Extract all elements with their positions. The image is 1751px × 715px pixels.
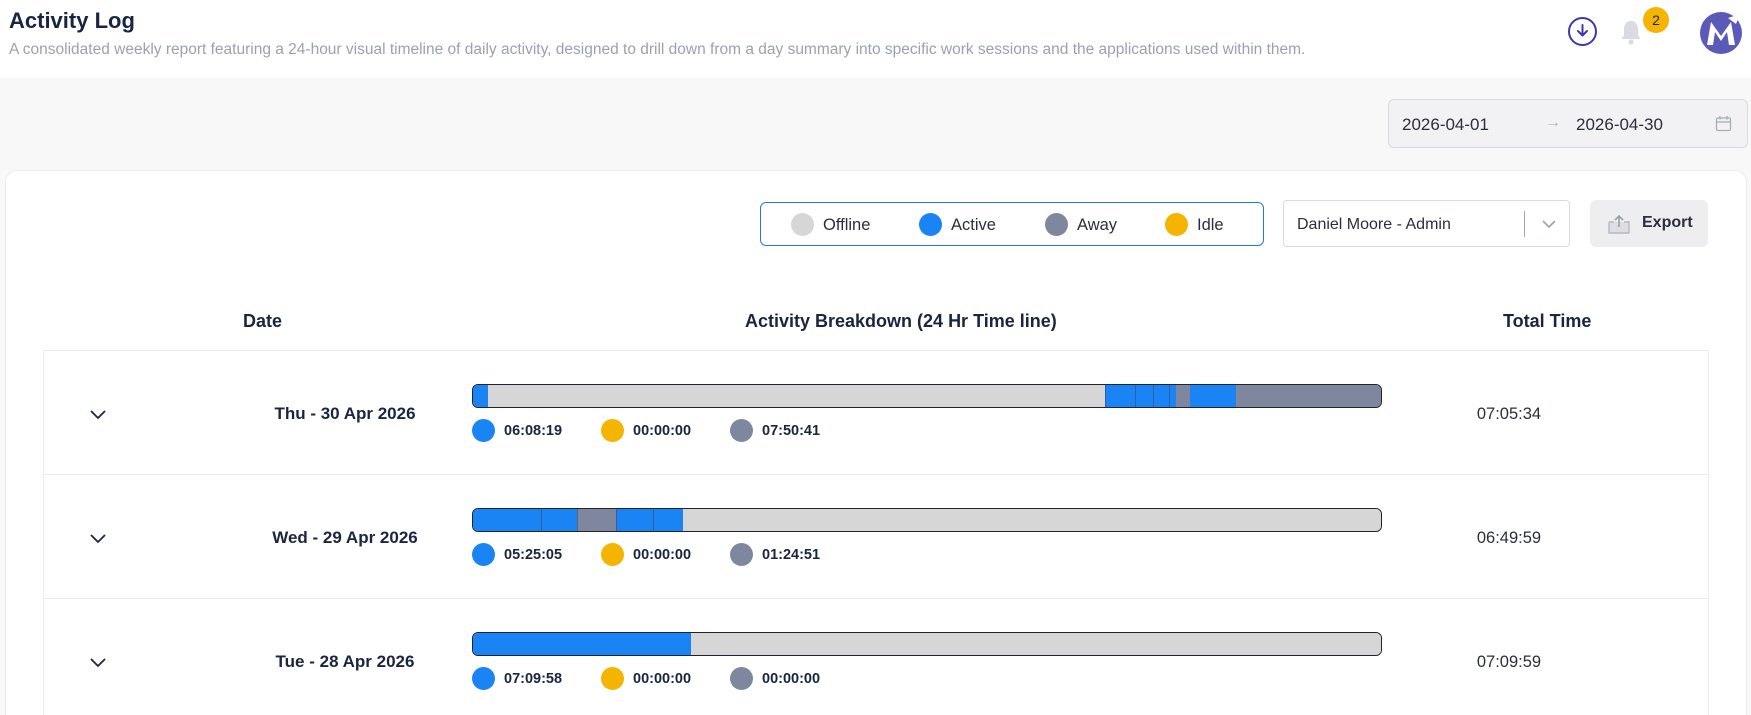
download-icon bbox=[1577, 24, 1588, 37]
stat-away-value: 01:24:51 bbox=[762, 547, 821, 563]
timeline-segment-active[interactable] bbox=[615, 509, 683, 531]
stat-dot-away bbox=[730, 667, 753, 690]
row-total-time: 07:05:34 bbox=[1476, 405, 1542, 423]
legend-dot-offline bbox=[791, 213, 814, 236]
stat-dot-idle bbox=[601, 667, 624, 690]
activity-table: Thu - 30 Apr 2026 06:08:19 00:00:00 07:5… bbox=[43, 350, 1709, 715]
stat-away-value: 07:50:41 bbox=[762, 423, 821, 439]
legend-label: Active bbox=[951, 216, 996, 234]
notifications-button[interactable] bbox=[1618, 18, 1644, 46]
stat-dot-active bbox=[472, 419, 495, 442]
timeline-session-divider bbox=[541, 509, 543, 531]
timeline-segment-away[interactable] bbox=[1235, 385, 1381, 407]
upload-icon bbox=[1608, 214, 1630, 234]
timeline-session-divider bbox=[1104, 385, 1106, 407]
date-range-picker[interactable]: 2026-04-01 → 2026-04-30 bbox=[1388, 99, 1748, 148]
stat-idle-value: 00:00:00 bbox=[633, 423, 692, 439]
timeline-segment-offline[interactable] bbox=[487, 385, 1105, 407]
select-divider bbox=[1524, 211, 1525, 237]
timeline-session-divider bbox=[1134, 385, 1136, 407]
legend-label: Offline bbox=[823, 216, 871, 234]
page-subtitle: A consolidated weekly report featuring a… bbox=[9, 41, 1306, 58]
stat-active-value: 07:09:58 bbox=[504, 671, 563, 687]
activity-timeline-bar[interactable] bbox=[472, 384, 1382, 408]
timeline-session-divider bbox=[1153, 385, 1155, 407]
timeline-segment-away[interactable] bbox=[577, 509, 616, 531]
activity-timeline-bar[interactable] bbox=[472, 508, 1382, 532]
export-label: Export bbox=[1642, 214, 1693, 231]
expand-chevron-icon[interactable] bbox=[87, 651, 109, 673]
row-date: Tue - 28 Apr 2026 bbox=[275, 652, 415, 671]
row-stats: 07:09:58 00:00:00 00:00:00 bbox=[472, 667, 1072, 693]
expand-chevron-icon[interactable] bbox=[87, 527, 109, 549]
legend-label: Away bbox=[1077, 216, 1118, 234]
timeline-segment-active[interactable] bbox=[1104, 385, 1176, 407]
expand-chevron-icon[interactable] bbox=[87, 403, 109, 425]
stat-idle-value: 00:00:00 bbox=[633, 671, 692, 687]
date-range-end[interactable]: 2026-04-30 bbox=[1576, 115, 1663, 135]
legend-dot-idle bbox=[1165, 213, 1188, 236]
timeline-session-divider bbox=[577, 509, 579, 531]
notification-count-badge: 2 bbox=[1643, 7, 1669, 33]
row-total-time: 06:49:59 bbox=[1476, 529, 1542, 547]
download-button[interactable] bbox=[1568, 17, 1597, 46]
table-row[interactable]: Thu - 30 Apr 2026 06:08:19 00:00:00 07:5… bbox=[44, 351, 1708, 475]
timeline-segment-offline[interactable] bbox=[690, 633, 1381, 655]
timeline-segment-active[interactable] bbox=[1190, 385, 1236, 407]
calendar-icon bbox=[1715, 116, 1732, 132]
date-range-start[interactable]: 2026-04-01 bbox=[1402, 115, 1489, 135]
column-header-breakdown: Activity Breakdown (24 Hr Time line) bbox=[745, 311, 1057, 331]
row-stats: 06:08:19 00:00:00 07:50:41 bbox=[472, 419, 1072, 445]
column-header-total: Total Time bbox=[1503, 311, 1592, 331]
stat-dot-idle bbox=[601, 419, 624, 442]
logo-avatar-icon bbox=[1700, 12, 1742, 54]
timeline-segment-away[interactable] bbox=[1175, 385, 1191, 407]
stat-dot-away bbox=[730, 543, 753, 566]
timeline-segment-offline[interactable] bbox=[682, 509, 1381, 531]
activity-log-page: Activity Log A consolidated weekly repor… bbox=[0, 0, 1751, 715]
stat-dot-active bbox=[472, 667, 495, 690]
export-button[interactable]: Export bbox=[1590, 200, 1708, 247]
page-title: Activity Log bbox=[9, 8, 135, 33]
column-header-date: Date bbox=[243, 311, 283, 331]
row-stats: 05:25:05 00:00:00 01:24:51 bbox=[472, 543, 1072, 569]
timeline-segment-active[interactable] bbox=[473, 509, 578, 531]
legend-dot-away bbox=[1045, 213, 1068, 236]
stat-dot-active bbox=[472, 543, 495, 566]
user-select-value: Daniel Moore - Admin bbox=[1297, 216, 1451, 233]
date-range-arrow-icon: → bbox=[1545, 114, 1561, 131]
status-legend: Offline Active Away Idle bbox=[760, 202, 1264, 246]
chevron-down-icon bbox=[1542, 220, 1556, 229]
user-select[interactable]: Daniel Moore - Admin bbox=[1283, 200, 1570, 247]
app-header: Activity Log A consolidated weekly repor… bbox=[0, 0, 1751, 78]
row-total-time: 07:09:59 bbox=[1476, 653, 1542, 671]
stat-idle-value: 00:00:00 bbox=[633, 547, 692, 563]
row-date: Thu - 30 Apr 2026 bbox=[274, 404, 416, 423]
avatar[interactable] bbox=[1698, 10, 1744, 56]
table-row[interactable]: Tue - 28 Apr 2026 07:09:58 00:00:00 00:0… bbox=[44, 599, 1708, 715]
activity-timeline-bar[interactable] bbox=[472, 632, 1382, 656]
stat-active-value: 06:08:19 bbox=[504, 423, 563, 439]
stat-dot-away bbox=[730, 419, 753, 442]
timeline-segment-active[interactable] bbox=[473, 633, 691, 655]
timeline-session-divider bbox=[1169, 385, 1171, 407]
timeline-session-divider bbox=[652, 509, 654, 531]
timeline-segment-active[interactable] bbox=[473, 385, 488, 407]
stat-active-value: 05:25:05 bbox=[504, 547, 563, 563]
row-date: Wed - 29 Apr 2026 bbox=[272, 528, 418, 547]
legend-dot-active bbox=[919, 213, 942, 236]
legend-label: Idle bbox=[1197, 216, 1224, 234]
timeline-session-divider bbox=[615, 509, 617, 531]
stat-away-value: 00:00:00 bbox=[762, 671, 821, 687]
stat-dot-idle bbox=[601, 543, 624, 566]
bell-icon bbox=[1621, 21, 1641, 45]
table-row[interactable]: Wed - 29 Apr 2026 05:25:05 00:00:00 01:2… bbox=[44, 475, 1708, 599]
